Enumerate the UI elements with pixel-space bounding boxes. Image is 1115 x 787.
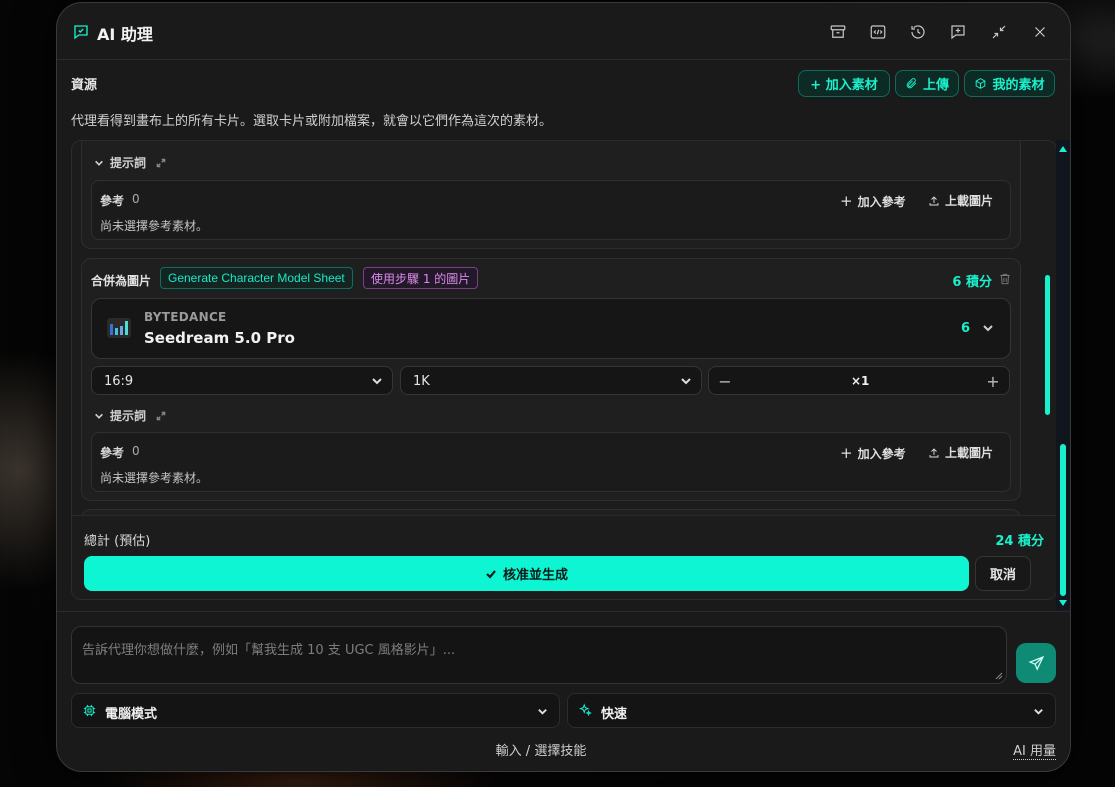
chevron-down-icon (95, 413, 103, 419)
cpu-chip-icon (83, 704, 96, 717)
close-button[interactable] (1029, 21, 1051, 43)
steps-scrollbar-thumb[interactable] (1045, 275, 1050, 415)
cancel-button[interactable]: 取消 (975, 556, 1031, 591)
composer-divider (57, 611, 1070, 612)
ai-usage-link[interactable]: AI 用量 (1013, 740, 1056, 760)
resize-grip-icon[interactable] (995, 672, 1003, 680)
trash-icon (1000, 273, 1010, 285)
upload-button[interactable]: 上傳 (895, 70, 959, 97)
scroll-down-arrow-icon[interactable] (1059, 600, 1067, 606)
check-icon (486, 569, 496, 579)
steps-scroll-area[interactable]: 提示詞 參考 0 + 加入參考 上載圖片 尚未選擇參考素材。 合併為圖片 Gene… (71, 140, 1057, 600)
resources-description: 代理看得到畫布上的所有卡片。選取卡片或附加檔案，就會以它們作為這次的素材。 (71, 114, 553, 129)
cube-icon (976, 78, 986, 89)
decrement-button[interactable]: − (715, 371, 735, 391)
summary-footer: 總計 (預估) 24 積分 核准並生成 取消 (72, 515, 1056, 599)
step-credits: 6 積分 (952, 275, 992, 290)
approve-generate-button[interactable]: 核准並生成 (84, 556, 969, 591)
chevron-down-icon (681, 378, 691, 385)
reference-empty-text: 尚未選擇參考素材。 (100, 219, 209, 233)
archive-button[interactable] (827, 21, 849, 43)
computer-mode-select[interactable]: 電腦模式 (71, 693, 560, 728)
add-reference-button[interactable]: + 加入參考 (840, 192, 906, 210)
reference-label: 參考 (100, 194, 125, 208)
prompt-input-box (71, 626, 1007, 684)
code-icon (870, 25, 886, 39)
history-icon (911, 25, 925, 39)
model-name: Seedream 5.0 Pro (144, 329, 295, 347)
close-icon (1035, 27, 1045, 37)
prompt-toggle[interactable]: 提示詞 (94, 154, 166, 171)
sparkles-icon (579, 703, 592, 717)
upload-icon (929, 447, 939, 457)
model-selector[interactable]: BYTEDANCE Seedream 5.0 Pro 6 (91, 298, 1011, 359)
panel-scrollbar[interactable] (1056, 140, 1070, 610)
send-icon (1027, 655, 1044, 671)
bytedance-logo-icon (107, 318, 131, 338)
total-value: 24 積分 (995, 534, 1044, 549)
reference-box: 參考 0 + 加入參考 上載圖片 尚未選擇參考素材。 (91, 432, 1011, 492)
upload-image-button[interactable]: 上載圖片 (928, 192, 993, 209)
reference-empty-text: 尚未選擇參考素材。 (100, 471, 209, 485)
history-button[interactable] (907, 21, 929, 43)
reference-count: 0 (132, 444, 140, 458)
panel-title: AI 助理 (97, 25, 153, 44)
archive-icon (830, 25, 846, 38)
delete-step-button[interactable] (998, 271, 1012, 285)
step-card-merge-image: 合併為圖片 Generate Character Model Sheet 使用步… (81, 258, 1021, 501)
minimize-button[interactable] (988, 21, 1010, 43)
action-tag: Generate Character Model Sheet (160, 267, 353, 289)
chevron-down-icon (983, 325, 993, 332)
model-credits: 6 (960, 321, 970, 336)
upload-image-button[interactable]: 上載圖片 (928, 444, 993, 461)
new-chat-icon (951, 25, 965, 40)
send-button[interactable] (1016, 643, 1056, 683)
increment-button[interactable]: + (983, 371, 1003, 391)
model-vendor: BYTEDANCE (144, 310, 227, 324)
chevron-down-icon (372, 378, 382, 385)
prompt-input[interactable] (72, 627, 1006, 683)
reference-box: 參考 0 + 加入參考 上載圖片 尚未選擇參考素材。 (91, 180, 1011, 240)
resolution-select[interactable]: 1K (400, 366, 702, 395)
total-label: 總計 (預估) (84, 534, 151, 549)
step-type-label: 合併為圖片 (91, 274, 152, 288)
quantity-value: ×1 (851, 374, 870, 388)
code-view-button[interactable] (867, 21, 889, 43)
skills-hint: 輸入 / 選擇技能 (495, 744, 587, 759)
my-materials-button[interactable]: 我的素材 (964, 70, 1055, 97)
add-reference-button[interactable]: + 加入參考 (840, 444, 906, 462)
new-chat-button[interactable] (947, 21, 969, 43)
reference-label: 參考 (100, 446, 125, 460)
chevron-down-icon (95, 160, 103, 166)
reference-count: 0 (132, 192, 140, 206)
speed-select[interactable]: 快速 (567, 693, 1056, 728)
panel-header: AI 助理 (57, 3, 1070, 60)
expand-icon[interactable] (156, 411, 166, 421)
aspect-ratio-select[interactable]: 16:9 (91, 366, 393, 395)
chevron-down-icon (538, 709, 547, 715)
upload-icon (929, 195, 939, 205)
add-material-button[interactable]: + 加入素材 (798, 70, 890, 97)
quantity-stepper: − ×1 + (708, 366, 1010, 395)
chat-sparkle-icon (74, 25, 88, 40)
minimize-icon (992, 25, 1006, 39)
source-tag: 使用步驟 1 的圖片 (363, 267, 479, 289)
paperclip-icon (906, 78, 917, 89)
scroll-up-arrow-icon[interactable] (1059, 146, 1067, 152)
panel-scrollbar-thumb[interactable] (1060, 444, 1066, 596)
prompt-toggle[interactable]: 提示詞 (94, 407, 166, 424)
ai-assistant-panel: AI 助理 資源 + 加入素材 上傳 我的素材 代理看得到畫布上的所有卡片。選取… (56, 2, 1071, 772)
resources-label: 資源 (71, 78, 98, 93)
steps-scrollbar[interactable] (1042, 145, 1052, 511)
expand-icon[interactable] (156, 158, 166, 168)
chevron-down-icon (1034, 709, 1043, 715)
step-card-previous: 提示詞 參考 0 + 加入參考 上載圖片 尚未選擇參考素材。 (81, 141, 1021, 249)
